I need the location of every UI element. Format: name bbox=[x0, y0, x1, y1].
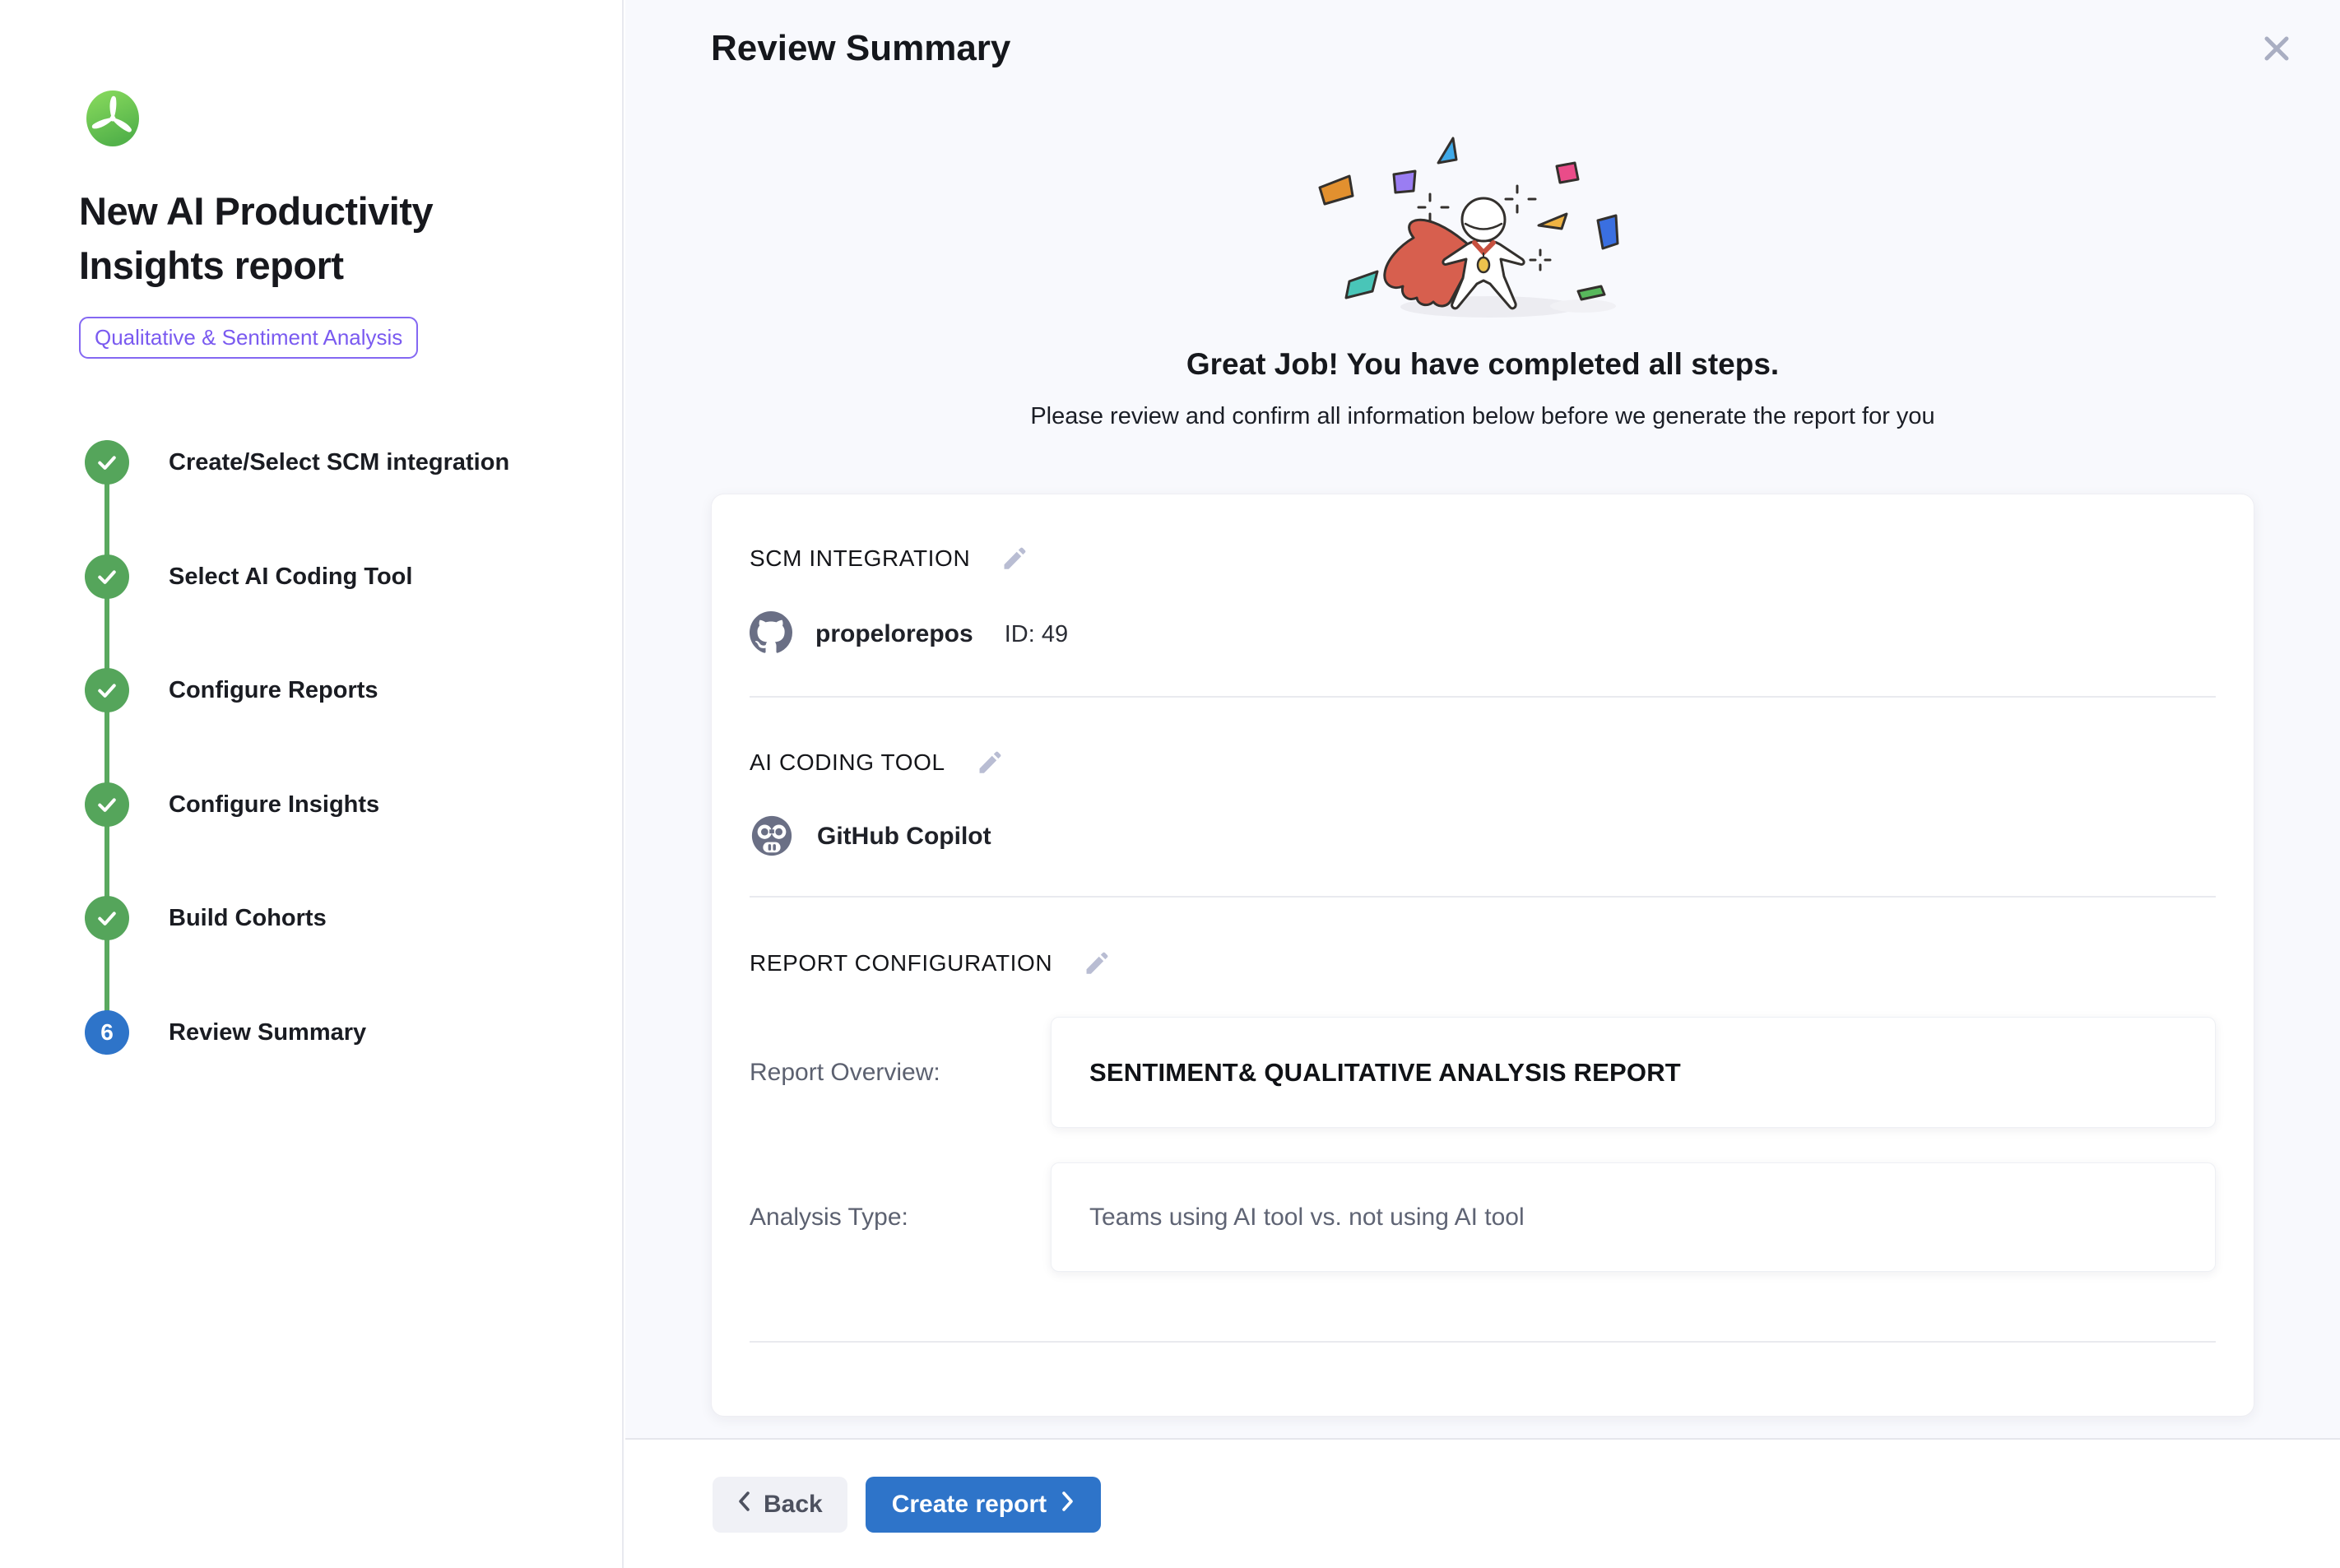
step-check-icon bbox=[85, 554, 129, 599]
create-report-button[interactable]: Create report bbox=[866, 1477, 1101, 1533]
step-connector-line bbox=[104, 462, 109, 1032]
step-configure-insights[interactable]: Configure Insights bbox=[85, 782, 379, 827]
step-label: Select AI Coding Tool bbox=[169, 564, 412, 591]
scm-integration-row: propelorepos ID: 49 bbox=[750, 611, 1068, 657]
step-number-badge: 6 bbox=[85, 1010, 129, 1055]
propeller-logo-icon bbox=[85, 90, 141, 146]
completion-subheading: Please review and confirm all informatio… bbox=[625, 403, 2340, 430]
report-overview-value: SENTIMENT& QUALITATIVE ANALYSIS REPORT bbox=[1089, 1058, 1681, 1088]
scm-heading-label: SCM INTEGRATION bbox=[750, 545, 970, 572]
github-icon bbox=[750, 611, 792, 658]
step-label: Configure Insights bbox=[169, 791, 379, 819]
step-check-icon bbox=[85, 782, 129, 827]
divider bbox=[750, 1341, 2216, 1343]
divider bbox=[750, 896, 2216, 898]
completion-hero: Great Job! You have completed all steps.… bbox=[625, 123, 2340, 430]
summary-card: SCM INTEGRATION propelorepos ID: 49 AI C… bbox=[711, 494, 2254, 1417]
analysis-type-value-box: Teams using AI tool vs. not using AI too… bbox=[1051, 1162, 2216, 1272]
review-summary-panel: Review Summary bbox=[625, 0, 2340, 1568]
edit-scm-icon[interactable] bbox=[1000, 544, 1029, 573]
ai-coding-tool-row: GitHub Copilot bbox=[750, 814, 991, 860]
page-title: Review Summary bbox=[711, 28, 1010, 69]
report-config-section-heading: REPORT CONFIGURATION bbox=[750, 949, 1112, 978]
step-review-summary[interactable]: 6 Review Summary bbox=[85, 1010, 366, 1055]
wizard-footer: Back Create report bbox=[625, 1438, 2340, 1568]
step-label: Create/Select SCM integration bbox=[169, 449, 509, 476]
sidebar: New AI Productivity Insights report Qual… bbox=[0, 0, 624, 1568]
report-type-badge: Qualitative & Sentiment Analysis bbox=[79, 317, 418, 359]
scm-integration-id: ID: 49 bbox=[1005, 621, 1068, 648]
footer-buttons: Back Create report bbox=[713, 1477, 1101, 1533]
step-ai-coding-tool[interactable]: Select AI Coding Tool bbox=[85, 554, 412, 599]
celebration-illustration bbox=[1273, 123, 1692, 329]
scm-integration-name: propelorepos bbox=[815, 620, 973, 648]
github-copilot-icon bbox=[750, 813, 794, 861]
scm-section-heading: SCM INTEGRATION bbox=[750, 544, 1029, 573]
chevron-left-icon bbox=[737, 1491, 750, 1519]
page: New AI Productivity Insights report Qual… bbox=[0, 0, 2340, 1568]
step-build-cohorts[interactable]: Build Cohorts bbox=[85, 896, 327, 940]
wizard-title: New AI Productivity Insights report bbox=[79, 184, 540, 293]
step-check-icon bbox=[85, 896, 129, 940]
step-check-icon bbox=[85, 440, 129, 485]
ai-tool-section-heading: AI CODING TOOL bbox=[750, 748, 1005, 777]
report-overview-value-box: SENTIMENT& QUALITATIVE ANALYSIS REPORT bbox=[1051, 1017, 2216, 1128]
analysis-type-label: Analysis Type: bbox=[750, 1204, 1051, 1232]
step-label: Configure Reports bbox=[169, 677, 378, 704]
ai-tool-heading-label: AI CODING TOOL bbox=[750, 749, 945, 776]
completion-heading: Great Job! You have completed all steps. bbox=[625, 347, 2340, 382]
analysis-type-value: Teams using AI tool vs. not using AI too… bbox=[1089, 1204, 1525, 1232]
report-overview-row: Report Overview: SENTIMENT& QUALITATIVE … bbox=[750, 1017, 2216, 1128]
step-label: Build Cohorts bbox=[169, 905, 327, 932]
chevron-right-icon bbox=[1061, 1491, 1075, 1519]
back-button[interactable]: Back bbox=[713, 1477, 847, 1533]
report-overview-label: Report Overview: bbox=[750, 1059, 1051, 1087]
step-label: Review Summary bbox=[169, 1019, 366, 1046]
divider bbox=[750, 696, 2216, 698]
edit-ai-tool-icon[interactable] bbox=[975, 748, 1005, 777]
step-configure-reports[interactable]: Configure Reports bbox=[85, 668, 378, 712]
report-config-heading-label: REPORT CONFIGURATION bbox=[750, 950, 1052, 977]
ai-coding-tool-name: GitHub Copilot bbox=[817, 823, 991, 851]
edit-report-config-icon[interactable] bbox=[1082, 949, 1112, 978]
close-icon[interactable] bbox=[2258, 30, 2296, 67]
step-scm-integration[interactable]: Create/Select SCM integration bbox=[85, 440, 509, 485]
step-check-icon bbox=[85, 668, 129, 712]
analysis-type-row: Analysis Type: Teams using AI tool vs. n… bbox=[750, 1162, 2216, 1272]
